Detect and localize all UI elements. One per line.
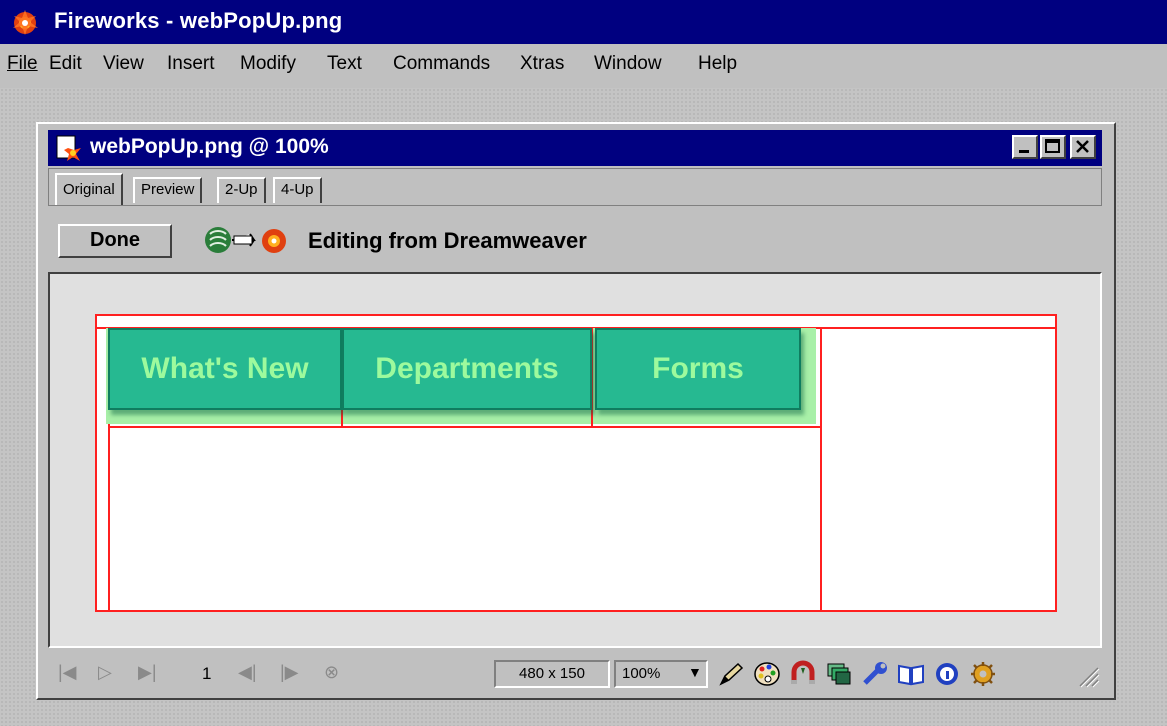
minimize-button[interactable] — [1012, 135, 1038, 159]
tab-original[interactable]: Original — [55, 173, 123, 205]
menu-window[interactable]: Window — [594, 53, 662, 75]
first-frame-icon[interactable]: |◀ — [58, 662, 77, 683]
tab-4-up[interactable]: 4-Up — [273, 177, 322, 203]
menu-help[interactable]: Help — [698, 53, 737, 75]
menu-commands[interactable]: Commands — [393, 53, 490, 75]
frame-number: 1 — [202, 664, 212, 683]
maximize-button[interactable] — [1040, 135, 1066, 159]
menu-file[interactable]: File — [7, 53, 38, 75]
editing-status-label: Editing from Dreamweaver — [308, 228, 587, 253]
view-tabs: Original Preview 2-Up 4-Up — [48, 168, 1102, 206]
menu-xtras[interactable]: Xtras — [520, 53, 564, 75]
canvas-area[interactable]: What's New Departments Forms — [48, 272, 1102, 648]
gear-icon[interactable] — [968, 660, 998, 688]
status-bar: |◀ ▷ ▶| 1 ◀| |▶ ⊗ 480 x 150 100% ▼ — [48, 654, 1102, 694]
menu-text[interactable]: Text — [327, 53, 362, 75]
canvas-dimensions: 480 x 150 — [494, 660, 610, 688]
next-frame-icon[interactable]: |▶ — [280, 662, 299, 683]
done-button[interactable]: Done — [58, 224, 172, 258]
chevron-down-icon[interactable]: ▼ — [688, 664, 702, 680]
prev-frame-icon[interactable]: ◀| — [238, 662, 257, 683]
nav-button-departments[interactable]: Departments — [342, 328, 592, 410]
menu-bar: File Edit View Insert Modify Text Comman… — [0, 44, 1167, 89]
slice-guide-horizontal-nav — [108, 426, 820, 428]
document-titlebar[interactable]: webPopUp.png @ 100% — [48, 130, 1102, 166]
nav-button-forms[interactable]: Forms — [595, 328, 801, 410]
magnet-icon[interactable] — [788, 660, 818, 688]
nav-button-whats-new[interactable]: What's New — [108, 328, 342, 410]
book-icon[interactable] — [896, 660, 926, 688]
info-icon[interactable] — [932, 660, 962, 688]
tab-preview[interactable]: Preview — [133, 177, 203, 203]
tab-2-up[interactable]: 2-Up — [217, 177, 266, 203]
png-document-icon — [56, 135, 81, 161]
menu-insert[interactable]: Insert — [167, 53, 215, 75]
app-title: Fireworks - webPopUp.png — [54, 8, 343, 33]
dreamweaver-roundtrip-icon — [205, 227, 286, 253]
color-palette-icon[interactable] — [752, 660, 782, 688]
layers-icon[interactable] — [824, 660, 854, 688]
document-window: webPopUp.png @ 100% Original Preview 2-U… — [36, 122, 1116, 700]
slice-guide-vertical-right — [820, 327, 822, 612]
wrench-icon[interactable] — [860, 660, 890, 688]
menu-edit[interactable]: Edit — [49, 53, 82, 75]
maximize-icon — [1045, 139, 1060, 153]
pencil-icon[interactable] — [716, 660, 746, 688]
close-button[interactable] — [1070, 135, 1096, 159]
menu-view[interactable]: View — [103, 53, 144, 75]
app-titlebar: Fireworks - webPopUp.png — [0, 0, 1167, 44]
play-icon[interactable]: ▷ — [98, 662, 112, 683]
stop-icon[interactable]: ⊗ — [324, 662, 339, 683]
fireworks-logo-icon — [13, 10, 38, 35]
menu-modify[interactable]: Modify — [240, 53, 296, 75]
document-title: webPopUp.png @ 100% — [90, 135, 329, 158]
close-icon — [1076, 140, 1089, 153]
last-frame-icon[interactable]: ▶| — [138, 662, 157, 683]
minimize-icon — [1019, 150, 1029, 153]
resize-grip-icon[interactable] — [1076, 662, 1100, 688]
